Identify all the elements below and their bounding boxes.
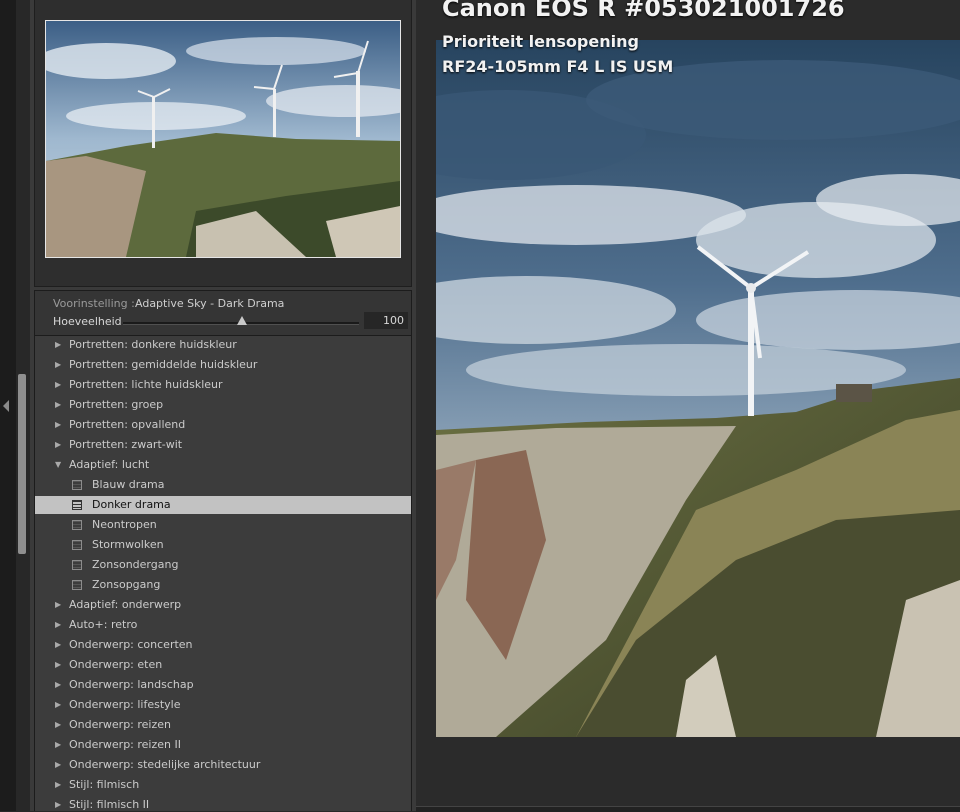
disclosure-collapsed-icon[interactable]: ▶: [55, 776, 61, 794]
amount-slider-thumb[interactable]: [237, 316, 247, 325]
lens-info-text: RF24-105mm F4 L IS USM: [442, 57, 674, 76]
preset-group[interactable]: ▶ Onderwerp: concerten: [35, 636, 411, 654]
preset-icon: [72, 540, 82, 550]
preset-group[interactable]: ▶ Portretten: opvallend: [35, 416, 411, 434]
preset-group[interactable]: ▶ Portretten: gemiddelde huidskleur: [35, 356, 411, 374]
panel-scrollbar[interactable]: [18, 374, 26, 554]
preset-icon: [72, 580, 82, 590]
preset-label: Blauw drama: [92, 478, 165, 491]
preset-label: Donker drama: [92, 498, 171, 511]
preset-label: Zonsondergang: [92, 558, 179, 571]
preset-group[interactable]: ▶ Adaptief: onderwerp: [35, 596, 411, 614]
preset-label: Onderwerp: concerten: [69, 638, 193, 651]
preset-label: Portretten: lichte huidskleur: [69, 378, 223, 391]
preset-label: Adaptief: lucht: [69, 458, 150, 471]
preset-label: Adaptief: onderwerp: [69, 598, 182, 611]
preset-group[interactable]: ▶ Stijl: filmisch: [35, 776, 411, 794]
preset-list: ▶ Portretten: donkere huidskleur ▶ Portrett…: [34, 336, 412, 811]
preset-item[interactable]: Zonsopgang: [35, 576, 411, 594]
exposure-mode-text: Prioriteit lensopening: [442, 32, 639, 51]
preset-label: Stijl: filmisch: [69, 778, 140, 791]
preset-amount-box: Voorinstelling : Adaptive Sky - Dark Dra…: [34, 290, 412, 336]
preset-group[interactable]: ▶ Stijl: filmisch II: [35, 796, 411, 811]
collapse-left-panel-icon[interactable]: [3, 400, 9, 412]
preset-label: Onderwerp: stedelijke architectuur: [69, 758, 261, 771]
navigator-panel: [34, 0, 412, 287]
preset-group[interactable]: ▶ Onderwerp: stedelijke architectuur: [35, 756, 411, 774]
preset-group[interactable]: ▼ Adaptief: lucht: [35, 456, 411, 474]
thumbnail-image: [46, 21, 400, 257]
preset-item[interactable]: Neontropen: [35, 516, 411, 534]
preset-label: Onderwerp: eten: [69, 658, 163, 671]
disclosure-expanded-icon[interactable]: ▼: [55, 456, 61, 474]
preset-label: Onderwerp: reizen: [69, 718, 171, 731]
preset-label: Stormwolken: [92, 538, 164, 551]
disclosure-collapsed-icon[interactable]: ▶: [55, 596, 61, 614]
amount-label: Hoeveelheid: [53, 315, 122, 328]
preset-group[interactable]: ▶ Onderwerp: reizen: [35, 716, 411, 734]
left-panel-strip: [0, 0, 16, 811]
disclosure-collapsed-icon[interactable]: ▶: [55, 656, 61, 674]
disclosure-collapsed-icon[interactable]: ▶: [55, 616, 61, 634]
preset-group[interactable]: ▶ Auto+: retro: [35, 616, 411, 634]
disclosure-collapsed-icon[interactable]: ▶: [55, 376, 61, 394]
preset-label: Auto+: retro: [69, 618, 138, 631]
navigator-thumbnail[interactable]: [45, 20, 401, 258]
preset-label: Portretten: donkere huidskleur: [69, 338, 237, 351]
preset-icon: [72, 480, 82, 490]
amount-value-field[interactable]: 100: [364, 312, 408, 329]
preset-icon: [72, 560, 82, 570]
disclosure-collapsed-icon[interactable]: ▶: [55, 336, 61, 354]
preset-label: Portretten: zwart-wit: [69, 438, 183, 451]
preset-label: Portretten: gemiddelde huidskleur: [69, 358, 258, 371]
preset-icon: [72, 520, 82, 530]
filmstrip-divider: [416, 806, 960, 812]
left-panel: Voorinstelling : Adaptive Sky - Dark Dra…: [30, 0, 416, 811]
preset-group[interactable]: ▶ Portretten: donkere huidskleur: [35, 336, 411, 354]
preset-label: Neontropen: [92, 518, 157, 531]
preset-icon: [72, 500, 82, 510]
photo-image: [436, 40, 960, 737]
preset-label: Portretten: opvallend: [69, 418, 186, 431]
preset-group[interactable]: ▶ Onderwerp: lifestyle: [35, 696, 411, 714]
disclosure-collapsed-icon[interactable]: ▶: [55, 636, 61, 654]
preset-group[interactable]: ▶ Portretten: groep: [35, 396, 411, 414]
disclosure-collapsed-icon[interactable]: ▶: [55, 416, 61, 434]
disclosure-collapsed-icon[interactable]: ▶: [55, 676, 61, 694]
preset-item[interactable]: Blauw drama: [35, 476, 411, 494]
main-photo[interactable]: [436, 40, 960, 737]
camera-info-title: Canon EOS R #053021001726: [442, 0, 845, 22]
preset-value: Adaptive Sky - Dark Drama: [135, 297, 285, 310]
preset-label: Stijl: filmisch II: [69, 798, 150, 811]
disclosure-collapsed-icon[interactable]: ▶: [55, 796, 61, 811]
preset-item[interactable]: Zonsondergang: [35, 556, 411, 574]
disclosure-collapsed-icon[interactable]: ▶: [55, 396, 61, 414]
disclosure-collapsed-icon[interactable]: ▶: [55, 696, 61, 714]
disclosure-collapsed-icon[interactable]: ▶: [55, 716, 61, 734]
disclosure-collapsed-icon[interactable]: ▶: [55, 756, 61, 774]
preset-item[interactable]: Donker drama: [35, 496, 411, 514]
disclosure-collapsed-icon[interactable]: ▶: [55, 736, 61, 754]
preset-group[interactable]: ▶ Onderwerp: eten: [35, 656, 411, 674]
preset-label: Portretten: groep: [69, 398, 164, 411]
disclosure-collapsed-icon[interactable]: ▶: [55, 436, 61, 454]
preset-label: Onderwerp: lifestyle: [69, 698, 181, 711]
preset-group[interactable]: ▶ Onderwerp: reizen II: [35, 736, 411, 754]
preset-group[interactable]: ▶ Onderwerp: landschap: [35, 676, 411, 694]
preset-label: Onderwerp: landschap: [69, 678, 194, 691]
preset-group[interactable]: ▶ Portretten: zwart-wit: [35, 436, 411, 454]
preset-label: Voorinstelling :: [53, 297, 135, 310]
preset-label: Zonsopgang: [92, 578, 161, 591]
disclosure-collapsed-icon[interactable]: ▶: [55, 356, 61, 374]
preset-item[interactable]: Stormwolken: [35, 536, 411, 554]
preset-group[interactable]: ▶ Portretten: lichte huidskleur: [35, 376, 411, 394]
loupe-view: Canon EOS R #053021001726 Prioriteit len…: [416, 0, 960, 812]
preset-label: Onderwerp: reizen II: [69, 738, 181, 751]
